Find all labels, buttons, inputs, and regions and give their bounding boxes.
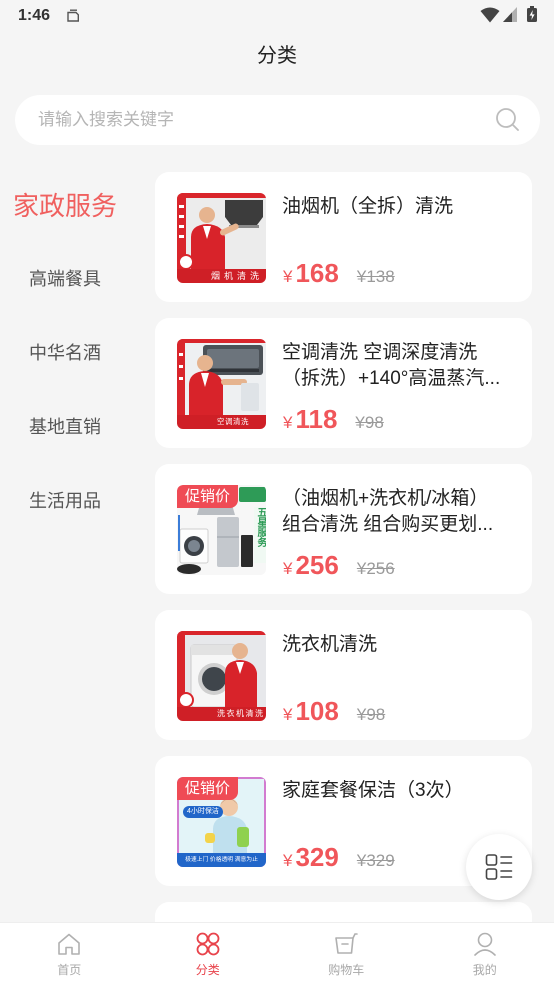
sidebar-item-liquor[interactable]: 中华名酒 [0, 315, 130, 389]
image-caption: 五星服务 [254, 507, 266, 563]
product-image[interactable]: 空调清洗 [177, 339, 266, 429]
price-row: ¥ 329 ¥329 [283, 842, 395, 876]
currency-symbol: ¥ [283, 559, 293, 578]
product-price: 108 [295, 696, 339, 726]
tab-label: 我的 [472, 963, 497, 977]
product-title-line: （油烟机+洗衣机/冰箱） [282, 488, 489, 509]
view-toggle-button[interactable] [466, 834, 532, 900]
signal-icon [503, 7, 517, 22]
battery-charging-icon [527, 6, 537, 22]
tab-category[interactable]: 分类 [139, 923, 278, 984]
tab-label: 首页 [57, 963, 82, 977]
product-price: 256 [295, 550, 339, 580]
product-card[interactable]: 烟机清洗 油烟机（全拆）清洗 ¥ 168 ¥138 [155, 172, 532, 302]
product-image[interactable]: 五星服务 促销价 [177, 485, 266, 575]
wifi-icon [480, 7, 500, 23]
tab-home[interactable]: 首页 [0, 923, 139, 984]
search-bar[interactable] [15, 95, 540, 145]
product-price: 118 [295, 404, 338, 434]
product-card[interactable]: 洗衣机清洗 洗衣机清洗 ¥ 108 ¥98 [155, 610, 532, 740]
price-row: ¥ 256 ¥256 [283, 550, 395, 584]
product-title-line: 组合清洗 组合购买更划... [282, 514, 494, 535]
page-title: 分类 [257, 45, 297, 67]
currency-symbol: ¥ [283, 267, 293, 286]
sidebar-item-tableware[interactable]: 高端餐具 [0, 241, 130, 315]
original-price: ¥138 [356, 267, 395, 286]
original-price: ¥98 [355, 413, 384, 432]
view-toggle-icon [485, 853, 513, 881]
product-price: 168 [295, 258, 339, 288]
image-caption: 洗衣机清洗 [217, 709, 265, 718]
product-title-line: 空调清洗 空调深度清洗 [282, 342, 478, 363]
original-price: ¥329 [356, 851, 395, 870]
status-time: 1:46 [18, 7, 51, 24]
price-row: ¥ 168 ¥138 [283, 258, 395, 292]
product-image[interactable]: 洗衣机清洗 [177, 631, 266, 721]
product-title[interactable]: 空调清洗 空调深度清洗 （拆洗）+140°高温蒸汽... [282, 340, 522, 392]
product-card[interactable]: 五星服务 促销价 （油烟机+洗衣机/冰箱） 组合清洗 组合购买更划... ¥ 2… [155, 464, 532, 594]
category-icon [195, 931, 221, 957]
image-caption: 极速上门 价格透明 满意为止 [185, 857, 258, 863]
currency-symbol: ¥ [283, 851, 293, 870]
profile-icon [472, 931, 498, 957]
currency-symbol: ¥ [283, 413, 293, 432]
product-price: 329 [295, 842, 339, 872]
category-sidebar: 家政服务 高端餐具 中华名酒 基地直销 生活用品 [0, 167, 130, 537]
tab-label: 购物车 [328, 963, 365, 977]
image-caption: 烟机清洗 [210, 271, 263, 281]
home-icon [56, 931, 82, 957]
promo-badge: 促销价 [177, 777, 238, 800]
product-title-line: 洗衣机清洗 [282, 634, 378, 655]
tab-label: 分类 [195, 963, 220, 977]
product-title[interactable]: 油烟机（全拆）清洗 [282, 194, 522, 220]
product-title[interactable]: 洗衣机清洗 [282, 632, 522, 658]
original-price: ¥256 [356, 559, 395, 578]
price-row: ¥ 108 ¥98 [283, 696, 385, 730]
notification-icon [66, 9, 80, 22]
product-title-line: （拆洗）+140°高温蒸汽... [282, 368, 501, 389]
image-label: 4小时保洁 [183, 806, 223, 818]
bottom-tab-bar: 首页 分类 购物车 我的 [0, 922, 554, 984]
product-image[interactable]: 4小时保洁 极速上门 价格透明 满意为止 促销价 [177, 777, 266, 867]
promo-badge: 促销价 [177, 485, 238, 508]
product-title[interactable]: （油烟机+洗衣机/冰箱） 组合清洗 组合购买更划... [282, 486, 522, 538]
tab-profile[interactable]: 我的 [416, 923, 554, 984]
search-icon[interactable] [495, 107, 521, 133]
original-price: ¥98 [356, 705, 386, 724]
sidebar-item-home-services[interactable]: 家政服务 [0, 167, 130, 241]
price-row: ¥ 118 ¥98 [283, 404, 384, 438]
cart-icon [333, 931, 359, 957]
status-bar: 1:46 [0, 0, 554, 32]
currency-symbol: ¥ [283, 705, 293, 724]
product-title-line: 油烟机（全拆）清洗 [282, 196, 454, 217]
product-title[interactable]: 家庭套餐保洁（3次） [282, 778, 522, 804]
sidebar-item-daily-goods[interactable]: 生活用品 [0, 463, 130, 537]
image-caption: 空调清洗 [217, 417, 249, 426]
tab-cart[interactable]: 购物车 [277, 923, 416, 984]
product-title-line: 家庭套餐保洁（3次） [282, 780, 464, 801]
sidebar-item-direct-sales[interactable]: 基地直销 [0, 389, 130, 463]
product-card[interactable]: 空调清洗 空调清洗 空调深度清洗 （拆洗）+140°高温蒸汽... ¥ 118 … [155, 318, 532, 448]
search-input[interactable] [38, 95, 488, 145]
product-image[interactable]: 烟机清洗 [177, 193, 266, 283]
